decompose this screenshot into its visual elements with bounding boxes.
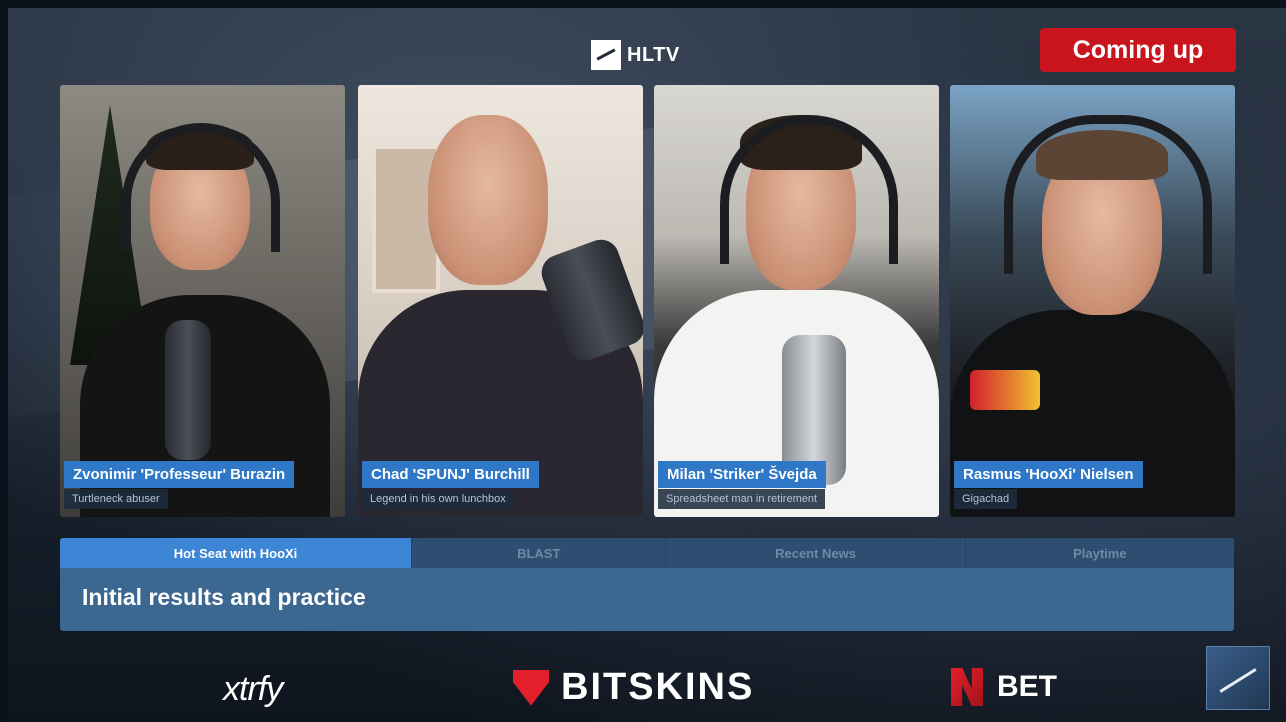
panelist-subtitle: Spreadsheet man in retirement <box>658 489 826 509</box>
tab-recent-news[interactable]: Recent News <box>665 538 965 568</box>
panelist-name: Zvonimir 'Professeur' Burazin <box>64 461 295 488</box>
news-ticker: Hot Seat with HooXi BLAST Recent News Pl… <box>60 538 1234 631</box>
ticker-headline: Initial results and practice <box>82 584 366 610</box>
sponsor-nbet-text: BET <box>997 670 1057 703</box>
webcam-panelist-1: Zvonimir 'Professeur' Burazin Turtleneck… <box>60 85 345 517</box>
webcam-panelist-4: Rasmus 'HooXi' Nielsen Gigachad <box>950 85 1235 517</box>
stream-overlay: HLTV Coming up Zvonimir 'Professeur' Bur… <box>8 8 1286 722</box>
nbet-logo-icon <box>951 668 983 706</box>
headphones-icon <box>1004 115 1212 274</box>
tab-blast[interactable]: BLAST <box>411 538 666 568</box>
panelist-subtitle: Gigachad <box>954 489 1018 509</box>
panelist-subtitle: Legend in his own lunchbox <box>362 489 514 509</box>
ticker-tabs: Hot Seat with HooXi BLAST Recent News Pl… <box>60 538 1234 568</box>
tab-playtime[interactable]: Playtime <box>964 538 1234 568</box>
panelist-face <box>428 115 548 285</box>
redbull-badge-icon <box>970 370 1040 410</box>
hltv-logo: HLTV <box>591 40 680 70</box>
hltv-corner-logo-icon <box>1206 646 1270 710</box>
sponsor-bitskins: BITSKINS <box>513 666 754 709</box>
panelist-name: Chad 'SPUNJ' Burchill <box>362 461 539 488</box>
coming-up-badge: Coming up <box>1040 28 1236 72</box>
hltv-logo-text: HLTV <box>627 43 680 66</box>
microphone-icon <box>165 320 211 460</box>
panelist-subtitle: Turtleneck abuser <box>64 489 168 509</box>
hltv-logo-icon <box>591 40 621 70</box>
tab-hot-seat[interactable]: Hot Seat with HooXi <box>60 538 412 568</box>
sponsor-bitskins-text: BITSKINS <box>561 666 755 708</box>
panelist-name: Milan 'Striker' Švejda <box>658 461 826 488</box>
sponsor-nbet: BET <box>951 668 1057 706</box>
bitskins-logo-icon <box>513 669 549 706</box>
sponsor-bar: xtrfy BITSKINS BET <box>8 648 1286 718</box>
webcam-panelist-3: Milan 'Striker' Švejda Spreadsheet man i… <box>654 85 939 517</box>
panelist-name: Rasmus 'HooXi' Nielsen <box>954 461 1143 488</box>
webcam-panelist-2: Chad 'SPUNJ' Burchill Legend in his own … <box>358 85 643 517</box>
sponsor-xtrfy: xtrfy <box>223 670 283 708</box>
